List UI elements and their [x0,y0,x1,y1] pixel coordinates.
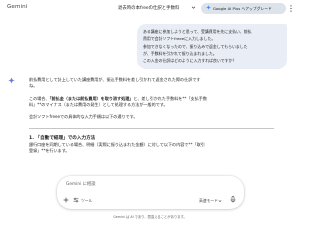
sparkle-icon [206,5,211,10]
tools-button[interactable]: ツール [73,196,93,204]
response-bold-text: 「前払金（または前払費用）を取り消す処理」 [49,95,134,101]
tools-label: ツール [81,197,93,203]
app-title[interactable]: Gemini [7,4,27,10]
prompt-input[interactable]: Gemini に相談 [66,181,96,187]
chevron-down-icon [218,199,222,202]
upgrade-plus-label: Google AI Plus へアップグレード [213,5,272,11]
user-message-line: ある講座に参加しようと思って、受講費用を先に支払い、前払 [143,29,252,34]
response-text: この場合、 [29,95,50,101]
more-vert-icon[interactable] [290,5,292,12]
top-bar: Gemini 退去時の本freeの仕訳と手数料 Google AI Plus へ… [0,0,300,16]
user-message-line: この入金の仕訳はどのように入力すれば良いですか？ [143,58,237,64]
user-message-line: 費用で会計ソフトfreeeに入力しました。 [143,36,216,42]
response-paragraph-cont: 登録」**を行います。 [29,148,70,154]
user-message-bubble: ある講座に参加しようと思って、受講費用を先に支払い、前払 費用で会計ソフトfre… [137,24,287,69]
tools-icon [73,197,79,203]
chevron-down-icon[interactable] [191,5,196,10]
section-heading: 1. 「自動で経理」での入力方法 [29,135,96,141]
prompt-input-box[interactable]: Gemini に相談 ツール 高速モード [57,176,244,209]
upgrade-plus-button[interactable]: Google AI Plus へアップグレード [201,2,286,14]
user-message-line: が、手数料を引かれて振り込まれました。 [143,50,217,56]
response-text: と、差し引かれた手数料を**「支払手数 [133,95,207,101]
mode-label: 高速モード [199,197,218,203]
mic-icon[interactable] [230,196,236,203]
disclaimer-text: Gemini は AI であり、間違えることがあります。 [113,215,187,219]
user-message-line: 参加できなくなったので、振り込みで返金してもらいました [143,43,248,49]
mode-select[interactable]: 高速モード [199,197,225,204]
plus-icon[interactable] [63,197,69,203]
gemini-sparkle-icon [8,77,15,84]
divider [29,128,274,129]
gemini-response: 前払費用として計上していた講座費用が、振込手数料を差し引かれて返金された際の仕訳… [29,77,284,155]
chat-title[interactable]: 退去時の本freeの仕訳と手数料 [118,5,179,11]
